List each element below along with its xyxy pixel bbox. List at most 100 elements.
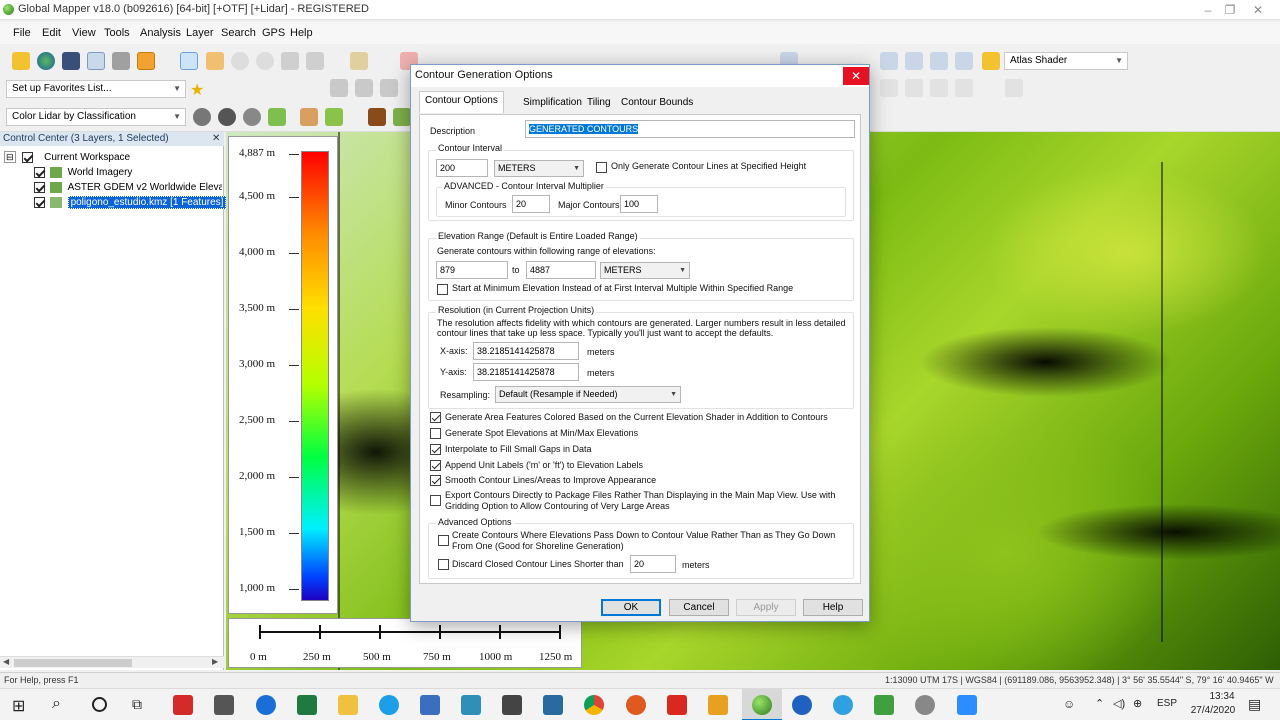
tab-tiling[interactable]: Tiling: [581, 93, 617, 113]
interpolate-checkbox[interactable]: [430, 444, 441, 455]
store-icon[interactable]: [214, 695, 234, 715]
elevation-unit-select[interactable]: METERS ▼: [600, 262, 690, 279]
minor-contours-input[interactable]: 20: [512, 195, 550, 213]
layer-row-selected[interactable]: poligono_estudio.kmz [1 Features]: [34, 195, 227, 210]
elevation-tool-icon[interactable]: [930, 52, 948, 70]
menu-analysis[interactable]: Analysis: [140, 27, 181, 39]
tab-contour-options[interactable]: Contour Options: [419, 91, 504, 113]
area-features-checkbox[interactable]: [430, 412, 441, 423]
discard-closed-checkbox[interactable]: [438, 559, 449, 570]
language-indicator[interactable]: ESP: [1157, 698, 1177, 709]
office-icon[interactable]: [173, 695, 193, 715]
app-icon[interactable]: [708, 695, 728, 715]
layer-checkbox[interactable]: [34, 166, 45, 178]
excel-icon[interactable]: [297, 695, 317, 715]
smooth-contours-checkbox[interactable]: [430, 475, 441, 486]
lidar-edit-icon[interactable]: [325, 108, 343, 126]
skype-icon[interactable]: [379, 695, 399, 715]
discard-length-input[interactable]: 20: [630, 555, 676, 573]
x-axis-input[interactable]: 38.2185141425878: [473, 342, 579, 360]
export-contours-checkbox[interactable]: [430, 495, 441, 506]
gear-icon[interactable]: [193, 108, 211, 126]
scroll-right-icon[interactable]: ▶: [212, 657, 218, 666]
close-window-button[interactable]: ✕: [1240, 0, 1276, 20]
vegetation-icon[interactable]: [393, 108, 411, 126]
menu-view[interactable]: View: [72, 27, 96, 39]
search-icon[interactable]: ⌕: [52, 695, 61, 713]
lidar-tree-icon[interactable]: [300, 108, 318, 126]
layer-row[interactable]: World Imagery: [34, 165, 132, 180]
scroll-left-icon[interactable]: ◀: [3, 657, 9, 666]
horizontal-scrollbar[interactable]: ◀ ▶: [0, 656, 224, 668]
menu-file[interactable]: File: [13, 27, 31, 39]
elevation-to-input[interactable]: 4887: [526, 261, 596, 279]
active-task[interactable]: [742, 689, 782, 720]
dialog-close-button[interactable]: ✕: [843, 67, 869, 85]
app-icon[interactable]: [461, 695, 481, 715]
line-tool-icon[interactable]: [330, 79, 348, 97]
favorites-select[interactable]: Set up Favorites List... ▼: [6, 80, 186, 98]
scrollbar-thumb[interactable]: [14, 659, 132, 667]
config-tool-icon[interactable]: [112, 52, 130, 70]
edit-vertices-icon[interactable]: [380, 79, 398, 97]
unit-labels-checkbox[interactable]: [430, 460, 441, 471]
save-icon[interactable]: [62, 52, 80, 70]
menu-edit[interactable]: Edit: [42, 27, 61, 39]
tree-root[interactable]: ⊟ Current Workspace: [4, 150, 130, 165]
interval-input[interactable]: 200: [436, 159, 488, 177]
clock-date[interactable]: 27/4/2020: [1183, 705, 1243, 716]
menu-tools[interactable]: Tools: [104, 27, 130, 39]
path-profile-icon[interactable]: [905, 79, 923, 97]
open-folder-icon[interactable]: [12, 52, 30, 70]
home-icon[interactable]: [306, 52, 324, 70]
3d-view-icon[interactable]: [955, 79, 973, 97]
pointer-tool-icon[interactable]: [180, 52, 198, 70]
menu-help[interactable]: Help: [290, 27, 313, 39]
pan-hand-icon[interactable]: [206, 52, 224, 70]
pen-icon[interactable]: [1005, 79, 1023, 97]
layer-icon[interactable]: [137, 52, 155, 70]
menu-gps[interactable]: GPS: [262, 27, 285, 39]
close-icon[interactable]: ✕: [212, 133, 220, 144]
help-button[interactable]: Help: [803, 599, 863, 616]
profile-tool-icon[interactable]: [955, 52, 973, 70]
workspace-icon[interactable]: [87, 52, 105, 70]
app-icon[interactable]: [543, 695, 563, 715]
measure-icon[interactable]: [880, 79, 898, 97]
app-icon[interactable]: [626, 695, 646, 715]
area-tool-icon[interactable]: [355, 79, 373, 97]
zoom-app-icon[interactable]: [957, 695, 977, 715]
start-min-checkbox[interactable]: [437, 284, 448, 295]
shader-select[interactable]: Atlas Shader ▼: [1004, 52, 1128, 70]
back-arrow-icon[interactable]: [281, 52, 299, 70]
description-input[interactable]: GENERATED CONTOURS: [525, 120, 855, 138]
shader-icon[interactable]: [982, 52, 1000, 70]
digitizer-icon[interactable]: [350, 52, 368, 70]
ok-button[interactable]: OK: [601, 599, 661, 616]
workspace-checkbox[interactable]: [22, 151, 34, 163]
windows-start-icon[interactable]: ⊞: [12, 696, 25, 716]
collapse-icon[interactable]: ⊟: [4, 151, 16, 163]
view-shed-icon[interactable]: [930, 79, 948, 97]
star-icon[interactable]: ★: [190, 80, 204, 100]
contour-tool-icon[interactable]: [905, 52, 923, 70]
resampling-select[interactable]: Default (Resample if Needed) ▼: [495, 386, 681, 403]
menu-search[interactable]: Search: [221, 27, 256, 39]
app-icon[interactable]: [502, 695, 522, 715]
acrobat-icon[interactable]: [667, 695, 687, 715]
edge-icon[interactable]: [256, 695, 276, 715]
zoom-in-icon[interactable]: [231, 52, 249, 70]
cortana-icon[interactable]: [92, 697, 107, 712]
menu-layer[interactable]: Layer: [186, 27, 214, 39]
layer-row[interactable]: ASTER GDEM v2 Worldwide Elevation: [34, 180, 222, 195]
network-icon[interactable]: ⊕: [1133, 697, 1142, 710]
lidar-classify-icon[interactable]: [268, 108, 286, 126]
notifications-icon[interactable]: ▤: [1248, 696, 1261, 713]
app-icon[interactable]: [420, 695, 440, 715]
task-view-icon[interactable]: ⧉: [132, 696, 142, 713]
app-icon[interactable]: [792, 695, 812, 715]
app-icon[interactable]: [874, 695, 894, 715]
elevation-from-input[interactable]: 879: [436, 261, 508, 279]
slope-tool-icon[interactable]: [880, 52, 898, 70]
spot-elevations-checkbox[interactable]: [430, 428, 441, 439]
